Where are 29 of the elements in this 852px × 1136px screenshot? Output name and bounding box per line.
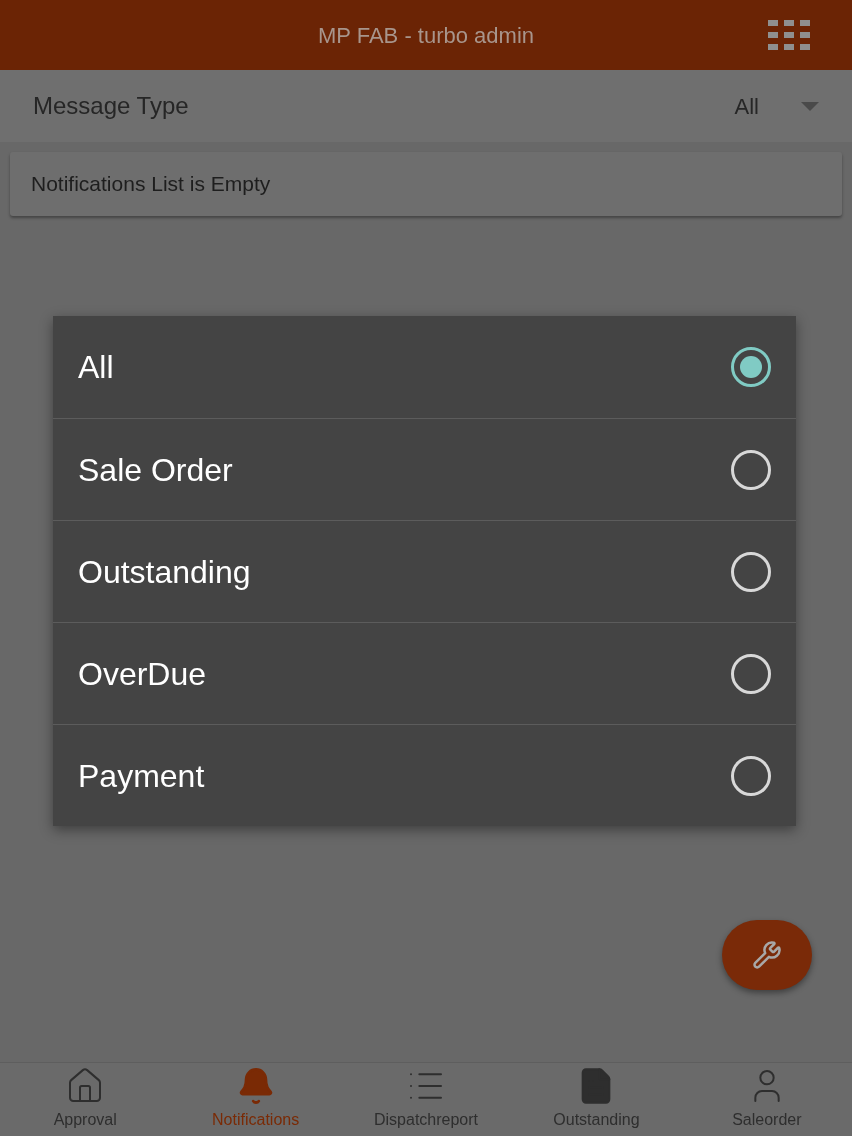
radio-button[interactable] [731, 755, 771, 796]
nav-tab[interactable]: Saleorder [681, 1063, 852, 1136]
radio-button[interactable] [731, 347, 771, 387]
dropdown-caret-icon [801, 101, 819, 111]
wrench-icon [752, 940, 782, 970]
option-row[interactable]: Payment [53, 724, 796, 826]
option-row[interactable]: Outstanding [53, 520, 796, 622]
nav-tab[interactable]: Outstanding [511, 1063, 682, 1136]
option-row[interactable]: OverDue [53, 622, 796, 724]
option-label: OverDue [78, 654, 208, 694]
option-row[interactable]: All [53, 316, 796, 418]
option-label: Outstanding [78, 552, 252, 592]
filter-value: All [734, 92, 759, 121]
option-label: Sale Order [78, 450, 234, 490]
radio-button[interactable] [731, 551, 771, 592]
nav-tab[interactable]: Dispatchreport [340, 1063, 512, 1136]
option-row[interactable]: Sale Order [53, 418, 796, 520]
empty-message: Notifications List is Empty [31, 171, 271, 198]
grid-menu-icon[interactable] [768, 20, 810, 50]
nav-tab[interactable]: Notifications [170, 1063, 341, 1136]
filter-label: Message Type [33, 91, 190, 121]
option-label: Payment [78, 756, 206, 796]
app-title: MP FAB - turbo admin [318, 21, 534, 50]
wrench-fab[interactable] [722, 920, 812, 990]
radio-button[interactable] [731, 449, 771, 490]
message-type-filter[interactable]: Message Type All [0, 70, 852, 142]
radio-button[interactable] [731, 653, 771, 694]
option-label: All [78, 348, 115, 387]
nav-tab[interactable]: Approval [0, 1063, 171, 1136]
